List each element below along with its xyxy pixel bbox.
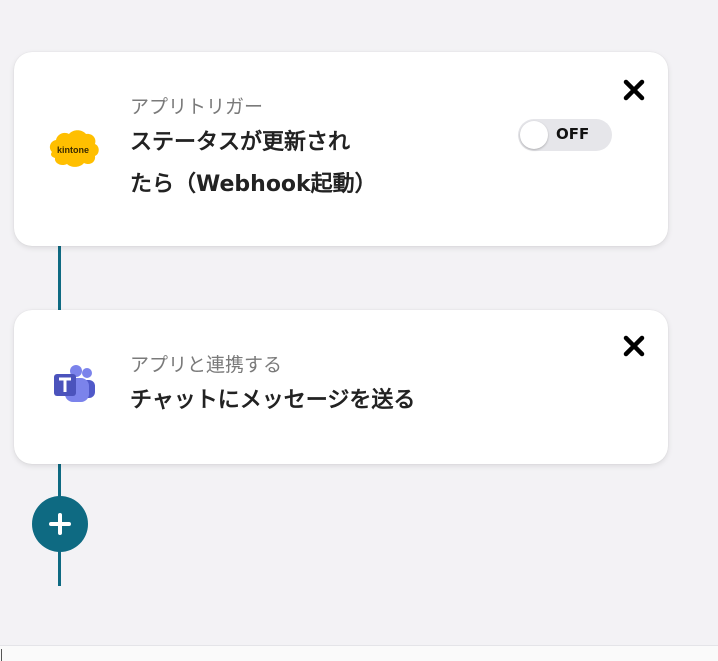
kintone-logo-icon: kintone [46, 120, 102, 176]
step-title-line-1: ステータスが更新され [130, 130, 351, 155]
step-type-label: アプリと連携する [130, 354, 283, 376]
add-step-button[interactable] [32, 496, 88, 552]
trigger-step-card[interactable]: kintone アプリトリガー ステータスが更新され たら（Webhook起動）… [14, 52, 668, 246]
bottom-edge-marker [1, 649, 2, 661]
microsoft-teams-logo-icon [46, 356, 102, 412]
close-x-icon[interactable] [622, 78, 646, 102]
toggle-state-label: OFF [556, 125, 590, 143]
bottom-scroll-strip [0, 645, 718, 661]
toggle-knob [520, 121, 548, 149]
flow-connector-line [58, 246, 61, 310]
action-step-card[interactable]: アプリと連携する チャットにメッセージを送る [14, 310, 668, 464]
step-type-label: アプリトリガー [130, 96, 264, 118]
svg-text:kintone: kintone [57, 145, 89, 155]
trigger-toggle-switch[interactable]: OFF [518, 119, 612, 151]
plus-icon [49, 513, 71, 535]
close-x-icon[interactable] [622, 334, 646, 358]
step-title-line-2: たら（Webhook起動） [130, 172, 377, 197]
step-title: チャットにメッセージを送る [130, 388, 416, 413]
